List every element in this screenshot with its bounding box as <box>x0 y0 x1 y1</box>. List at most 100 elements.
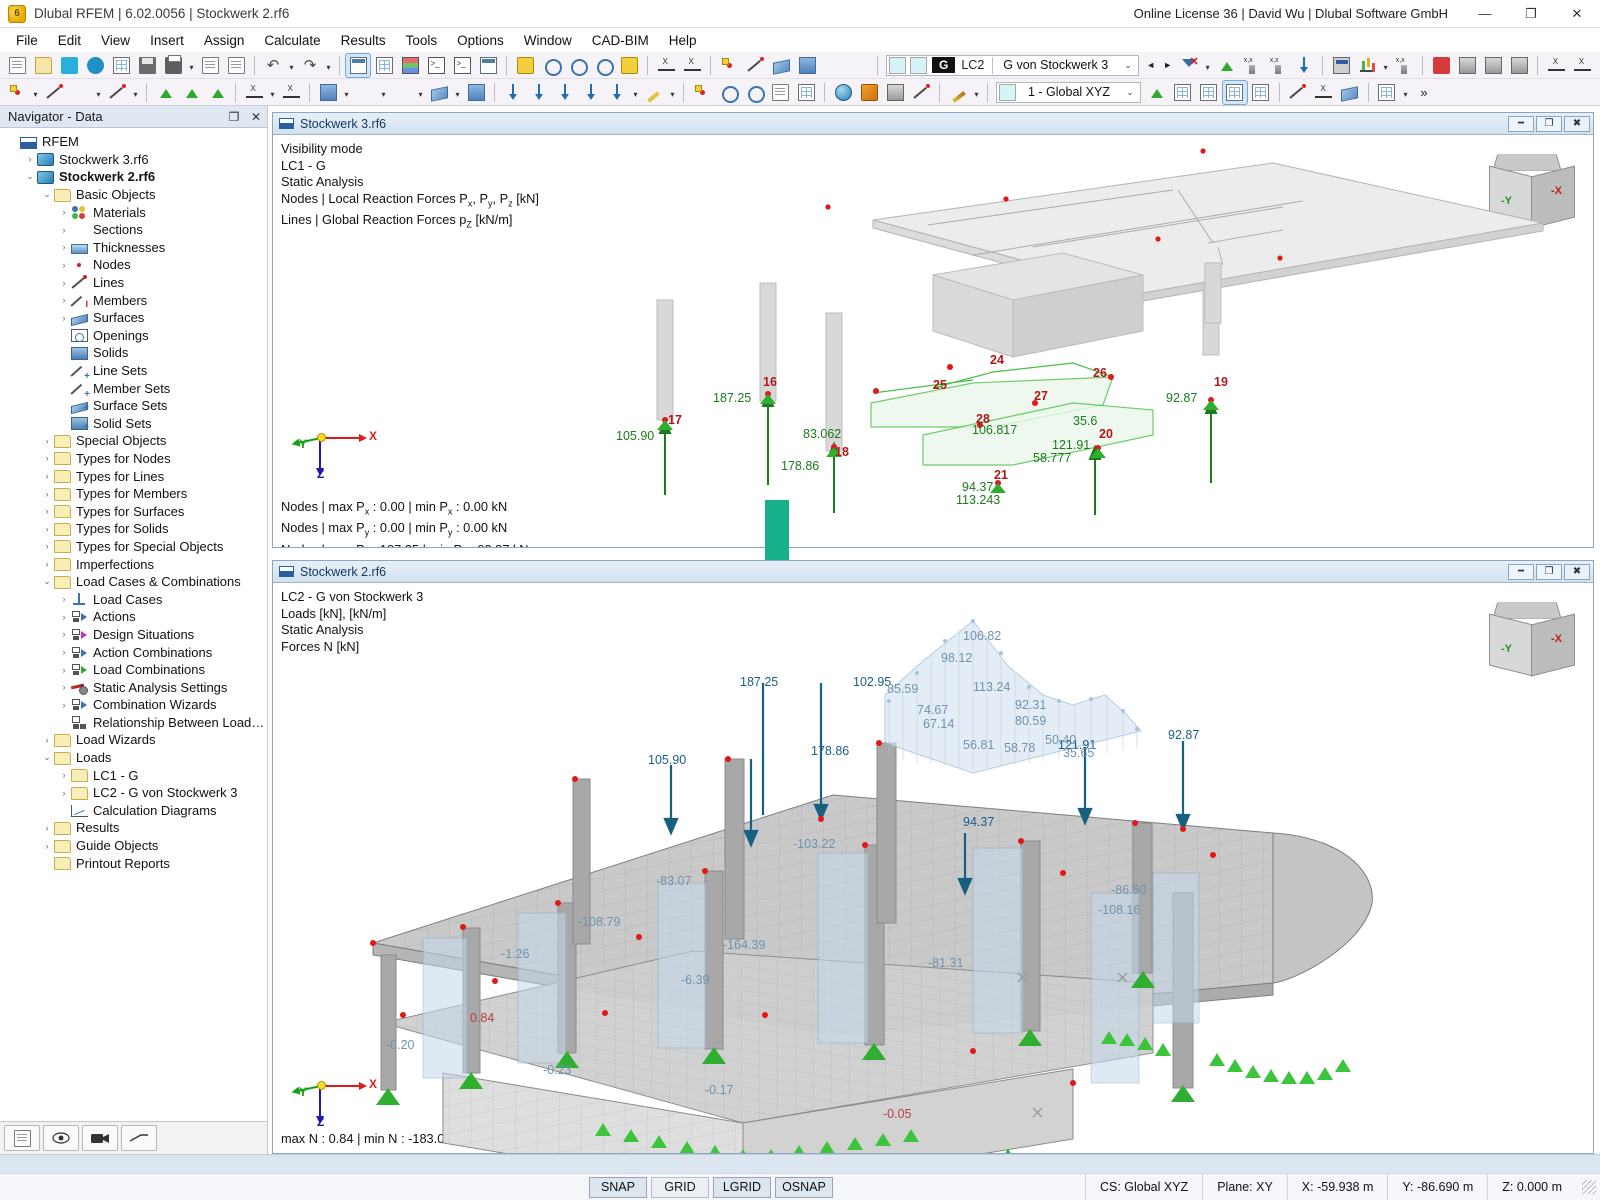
cut-plane-button[interactable] <box>1338 81 1362 104</box>
chevron-right-icon[interactable]: › <box>57 629 71 639</box>
chevron-down-icon[interactable]: ⌄ <box>40 576 54 587</box>
node-tool-button[interactable] <box>717 54 741 77</box>
support-reactions-button[interactable] <box>1214 54 1238 77</box>
tree-item-solid-sets[interactable]: Solid Sets <box>0 415 267 433</box>
edit-style-dropdown-icon[interactable]: ▾ <box>971 81 982 104</box>
surface-tool-button[interactable] <box>769 54 793 77</box>
document-button[interactable] <box>224 54 248 77</box>
tree-item-openings[interactable]: Openings <box>0 327 267 345</box>
chevron-right-icon[interactable]: › <box>57 682 71 692</box>
cloud-sync-icon[interactable] <box>83 54 107 77</box>
chevron-right-icon[interactable]: › <box>40 541 54 551</box>
resize-grip[interactable] <box>1582 1180 1596 1194</box>
solid-tool-button[interactable] <box>795 54 819 77</box>
minimize-button[interactable]: — <box>1462 0 1508 28</box>
imposed-deform-button[interactable] <box>642 81 666 104</box>
menu-item-options[interactable]: Options <box>447 31 514 50</box>
toolbar2-overflow-button[interactable]: » <box>1412 81 1436 104</box>
print-dropdown-icon[interactable]: ▾ <box>186 54 197 77</box>
nodal-support-button[interactable] <box>153 81 177 104</box>
menu-item-file[interactable]: File <box>6 31 48 50</box>
tree-item-sections[interactable]: › Sections <box>0 221 267 239</box>
plane-yz-button[interactable] <box>1249 81 1273 104</box>
results-dropdown-icon[interactable]: ▾ <box>1380 54 1391 77</box>
menu-item-insert[interactable]: Insert <box>140 31 194 50</box>
chevron-right-icon[interactable]: › <box>57 207 71 217</box>
new-solid-button[interactable] <box>464 81 488 104</box>
new-member-button[interactable] <box>68 81 92 104</box>
node-results-button[interactable] <box>1240 54 1264 77</box>
new-surface-dropdown-icon[interactable]: ▾ <box>341 81 352 104</box>
new-node-dropdown-icon[interactable]: ▾ <box>30 81 41 104</box>
console-button[interactable] <box>424 54 448 77</box>
render-mode-button[interactable] <box>857 81 881 104</box>
chevron-right-icon[interactable]: › <box>57 313 71 323</box>
chevron-down-icon[interactable]: ⌄ <box>40 752 54 763</box>
viewport1-minimize-button[interactable]: ━ <box>1508 115 1534 132</box>
tree-item-lines[interactable]: › Lines <box>0 274 267 292</box>
menu-item-window[interactable]: Window <box>514 31 582 50</box>
tree-item-action-combinations[interactable]: › Action Combinations <box>0 643 267 661</box>
zoom-button[interactable] <box>565 54 589 77</box>
chevron-right-icon[interactable]: › <box>57 278 71 288</box>
rotate-button[interactable] <box>716 81 740 104</box>
tree-item-special-objects[interactable]: › Special Objects <box>0 432 267 450</box>
check-model-button[interactable] <box>1429 54 1453 77</box>
prev-load-case-button[interactable]: ◄ <box>1142 55 1159 76</box>
undo-button[interactable]: ↶ <box>261 54 285 77</box>
tree-item-static-analysis-settings[interactable]: › Static Analysis Settings <box>0 678 267 696</box>
copy-button[interactable] <box>768 81 792 104</box>
osnap-toggle[interactable]: OSNAP <box>774 1176 833 1198</box>
chevron-right-icon[interactable]: › <box>57 260 71 270</box>
tables-toggle-button[interactable] <box>372 54 396 77</box>
mirror-button[interactable] <box>742 81 766 104</box>
chevron-right-icon[interactable]: › <box>40 506 54 516</box>
tree-item-stockwerk-3-rf6[interactable]: › Stockwerk 3.rf6 <box>0 151 267 169</box>
tree-item-member-sets[interactable]: Member Sets <box>0 379 267 400</box>
plane-xy-button[interactable] <box>1221 79 1248 105</box>
redo-button[interactable]: ↷ <box>298 54 322 77</box>
new-member-dropdown-icon[interactable]: ▾ <box>93 81 104 104</box>
mesh-settings-button[interactable] <box>1507 54 1531 77</box>
mesh-button[interactable] <box>1481 54 1505 77</box>
tree-item-members[interactable]: › Members <box>0 291 267 309</box>
new-node-button[interactable] <box>5 81 29 104</box>
grid-toggle[interactable]: GRID <box>650 1176 709 1198</box>
tree-item-combination-wizards[interactable]: › Combination Wizards <box>0 696 267 714</box>
viewport2-canvas[interactable]: LC2 - G von Stockwerk 3 Loads [kN], [kN/m… <box>273 583 1593 1153</box>
new-plate-dropdown-icon[interactable]: ▾ <box>415 81 426 104</box>
tree-item-rfem[interactable]: RFEM <box>0 133 267 151</box>
chevron-right-icon[interactable]: › <box>57 665 71 675</box>
list-panel-button[interactable] <box>476 54 500 77</box>
viewport2-restore-button[interactable]: ❐ <box>1536 563 1562 580</box>
dimension-button[interactable] <box>654 54 678 77</box>
chevron-right-icon[interactable]: › <box>57 594 71 604</box>
imposed-deform-dropdown-icon[interactable]: ▾ <box>667 81 678 104</box>
object-snap-button[interactable] <box>1197 81 1221 104</box>
viewport1-close-button[interactable]: ✖ <box>1564 115 1590 132</box>
new-wall-button[interactable] <box>427 81 451 104</box>
chevron-right-icon[interactable]: › <box>40 823 54 833</box>
section-tool-button[interactable] <box>847 54 871 77</box>
chevron-right-icon[interactable]: › <box>40 559 54 569</box>
viewport-stockwerk2[interactable]: Stockwerk 2.rf6 ━ ❐ ✖ LC2 - G von Stockw… <box>272 560 1594 1154</box>
grid-snap-button[interactable] <box>1171 81 1195 104</box>
work-plane-button[interactable] <box>1145 81 1169 104</box>
tree-item-types-for-nodes[interactable]: › Types for Nodes <box>0 450 267 468</box>
surface-load-button[interactable] <box>579 81 603 104</box>
tree-item-types-for-solids[interactable]: › Types for Solids <box>0 520 267 538</box>
new-opening-button[interactable] <box>353 81 377 104</box>
save-button[interactable] <box>135 54 159 77</box>
chevron-down-icon[interactable]: ⌄ <box>23 171 37 182</box>
line-support-button[interactable] <box>179 81 203 104</box>
open-file-button[interactable] <box>31 54 55 77</box>
load-display-button[interactable] <box>1292 54 1316 77</box>
navigator-undock-button[interactable]: ❐ <box>223 106 245 128</box>
menu-item-tools[interactable]: Tools <box>396 31 448 50</box>
screenshot-dropdown-icon[interactable]: ▾ <box>1400 81 1411 104</box>
visibility-eye-icon[interactable] <box>43 1125 79 1151</box>
chevron-right-icon[interactable]: › <box>40 453 54 463</box>
new-opening-dropdown-icon[interactable]: ▾ <box>378 81 389 104</box>
results-button[interactable] <box>1355 54 1379 77</box>
filter-dropdown-icon[interactable]: ▾ <box>1202 54 1213 77</box>
